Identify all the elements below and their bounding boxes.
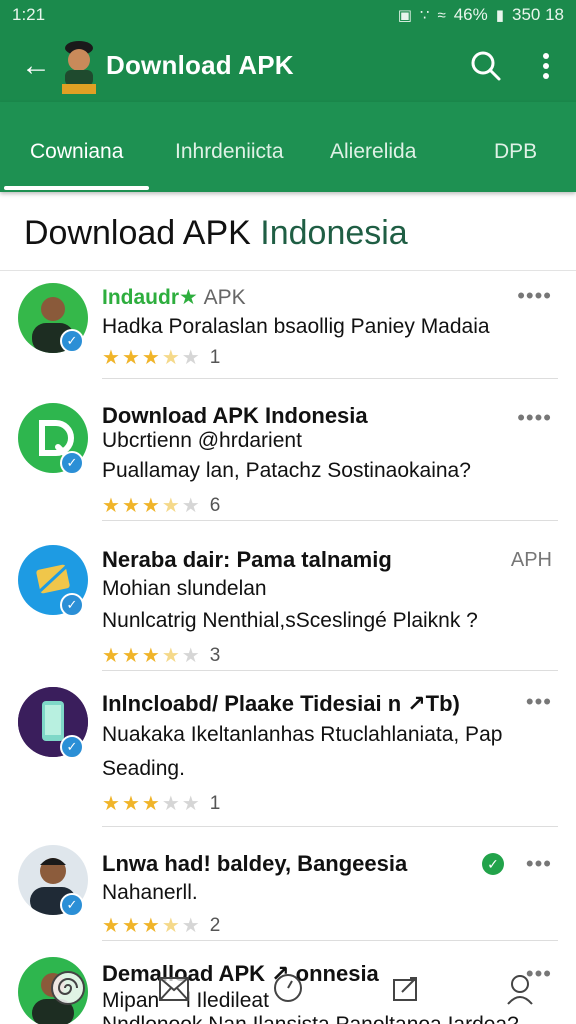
star-icon: ★	[161, 793, 180, 815]
star-icon: ★	[161, 347, 180, 369]
star-icon: ★	[161, 495, 180, 517]
page-title: Download APK Indonesia	[24, 214, 408, 252]
app-list: ✓ Indaudr★ APK Hadka Poralaslan bsaollig…	[0, 271, 576, 1024]
rating-count: 6	[209, 494, 221, 516]
star-icon: ★	[121, 645, 140, 667]
share-icon[interactable]	[384, 966, 428, 1010]
rating: ★ ★ ★ ★ ★ 2	[102, 913, 220, 938]
star-icon: ★	[141, 347, 160, 369]
battery-percent: 46%	[453, 5, 488, 24]
more-dots-icon[interactable]: •••	[526, 689, 552, 715]
more-dots-icon[interactable]: ••••	[517, 405, 552, 431]
app-title: Lnwa had! baldey, Bangeesia	[102, 851, 408, 876]
verified-badge-icon: ✓	[60, 329, 84, 353]
app-title: Neraba dair: Pama talnamig	[102, 547, 392, 572]
star-icon: ★	[102, 793, 120, 815]
compass-icon[interactable]	[266, 966, 310, 1010]
rating-count: 3	[209, 644, 221, 666]
verified-badge-icon: ✓	[60, 893, 84, 917]
star-icon: ★	[121, 495, 140, 517]
verified-badge-icon: ✓	[60, 735, 84, 759]
rating: ★ ★ ★ ★ ★ 1	[102, 345, 220, 370]
app-subtitle: Ubcrtienn @hrdarient	[102, 429, 302, 452]
apk-tag: APH	[510, 549, 552, 571]
app-subtitle: Nahanerll.	[102, 881, 198, 904]
app-description: Nunlcatrig Nenthial,sSceslingé Plaiknk ?	[102, 609, 478, 632]
app-meta: APK	[203, 286, 246, 309]
mail-icon[interactable]	[152, 966, 196, 1010]
star-icon: ★	[102, 347, 120, 369]
tab-cowniana[interactable]: Cowniana	[30, 140, 123, 164]
rating-count: 2	[209, 914, 221, 936]
app-name: Indaudr★	[102, 286, 198, 309]
star-icon: ★	[141, 495, 160, 517]
star-icon: ★	[181, 645, 200, 667]
star-icon: ★	[102, 495, 120, 517]
status-time: 1:21	[12, 5, 46, 24]
toolbar-title: Download APK	[106, 50, 294, 80]
profile-icon[interactable]	[498, 966, 542, 1010]
star-icon: ★	[102, 645, 120, 667]
star-icon: ★	[141, 645, 160, 667]
verified-check-icon: ✓	[482, 853, 504, 875]
more-options-icon[interactable]	[532, 48, 560, 84]
list-item[interactable]: ✓ Indaudr★ APK Hadka Poralaslan bsaollig…	[0, 271, 576, 379]
app-description: Hadka Poralaslan bsaollig Paniey Madaia	[102, 315, 490, 338]
star-icon: ★	[181, 793, 200, 815]
app-title: Inlncloabd/ Plaake Tidesiai n ↗Tb)	[102, 691, 460, 716]
star-icon: ★	[161, 645, 180, 667]
star-icon: ★	[181, 347, 200, 369]
search-icon[interactable]	[468, 48, 504, 84]
list-item[interactable]: ✓ Neraba dair: Pama talnamig Mohian slun…	[0, 521, 576, 671]
tab-indicator	[4, 186, 149, 190]
signal-icon: ∵	[419, 7, 430, 24]
app-toolbar: ← Download APK	[0, 30, 576, 102]
app-description: Seading.	[102, 757, 185, 780]
list-item[interactable]: ✓ Lnwa had! baldey, Bangeesia Nahanerll.…	[0, 827, 576, 941]
verified-badge-icon: ✓	[60, 451, 84, 475]
more-dots-icon[interactable]: ••••	[517, 283, 552, 309]
star-icon: ★	[121, 793, 140, 815]
star-icon: ★	[141, 793, 160, 815]
status-bar: 1:21 ▣ ∵ ≈ 46% ▮ 350 18	[0, 0, 576, 30]
verified-badge-icon: ✓	[60, 593, 84, 617]
back-arrow-icon[interactable]: ←	[16, 46, 56, 86]
tab-inhrdeniicta[interactable]: Inhrdeniicta	[175, 140, 284, 164]
spiral-icon[interactable]	[46, 966, 90, 1010]
bottom-navigation	[0, 958, 576, 1024]
star-icon: ★	[181, 915, 200, 937]
rating-count: 1	[209, 346, 221, 368]
list-item[interactable]: ✓ Inlncloabd/ Plaake Tidesiai n ↗Tb) Nua…	[0, 671, 576, 827]
tab-dpb[interactable]: DPB	[494, 140, 537, 164]
rating-count: 1	[209, 792, 221, 814]
star-icon: ★	[121, 915, 140, 937]
battery-icon: ▮	[495, 7, 504, 24]
app-logo	[60, 38, 98, 96]
app-title: Download APK Indonesia	[102, 403, 368, 428]
rating: ★ ★ ★ ★ ★ 3	[102, 643, 220, 668]
rating: ★ ★ ★ ★ ★ 1	[102, 791, 220, 816]
star-icon: ★	[181, 495, 200, 517]
star-icon: ★	[161, 915, 180, 937]
star-icon: ★	[121, 347, 140, 369]
more-dots-icon[interactable]: •••	[526, 851, 552, 877]
wifi-icon: ≈	[437, 6, 446, 24]
app-description: Puallamay lan, Patachz Sostinaokaina?	[102, 459, 471, 482]
app-subtitle: Mohian slundelan	[102, 577, 267, 600]
app-subtitle: Nuakaka Ikeltanlanhas Rtuclahlaniata, Pa…	[102, 723, 503, 746]
star-icon: ★	[141, 915, 160, 937]
sim-icon: ▣	[397, 7, 412, 24]
star-icon: ★	[102, 915, 120, 937]
tab-bar: Cowniana Inhrdeniicta Alierelida DPB	[0, 102, 576, 192]
list-item[interactable]: ✓ Download APK Indonesia Ubcrtienn @hrda…	[0, 379, 576, 521]
status-right-time: 350 18	[512, 5, 564, 24]
rating: ★ ★ ★ ★ ★ 6	[102, 493, 220, 518]
tab-alierelida[interactable]: Alierelida	[330, 140, 416, 164]
